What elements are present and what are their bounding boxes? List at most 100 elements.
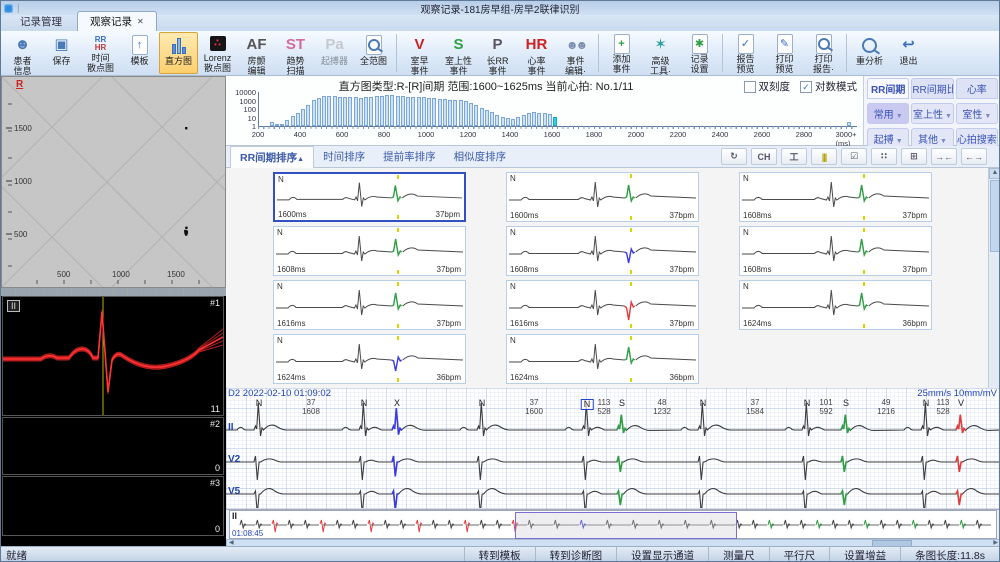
beat-annotation[interactable]: N: [361, 399, 368, 408]
status-button-5[interactable]: 设置增益: [829, 547, 900, 561]
markers-icon[interactable]: |||: [811, 148, 837, 165]
main-tab-0[interactable]: 记录管理: [7, 11, 75, 31]
histogram-bar[interactable]: [505, 118, 510, 126]
refresh-icon[interactable]: ↻: [721, 148, 747, 165]
histogram-bar[interactable]: [516, 117, 521, 126]
scroll-up-icon[interactable]: ▲: [989, 168, 999, 179]
histogram-bar[interactable]: [406, 96, 410, 126]
histogram-bar[interactable]: [542, 113, 547, 126]
toolbar-button-add-event[interactable]: + 添加 事件: [602, 32, 641, 74]
histogram-bar[interactable]: [348, 96, 353, 126]
histogram-bar[interactable]: [484, 110, 489, 126]
filter-button-2[interactable]: 室性 ▼: [955, 103, 998, 124]
histogram-bar[interactable]: [364, 97, 368, 126]
toolbar-button-exit[interactable]: ↩ 退出: [889, 32, 928, 74]
histogram-bar[interactable]: [416, 97, 421, 126]
histogram-bar[interactable]: [537, 112, 542, 126]
histogram-bar[interactable]: [448, 99, 452, 126]
confirm-icon[interactable]: ☑: [841, 148, 867, 165]
checkbox-icon[interactable]: ✓: [800, 80, 812, 93]
histogram-bar[interactable]: [469, 102, 473, 126]
histogram-bar[interactable]: [358, 97, 363, 126]
status-button-4[interactable]: 平行尺: [768, 547, 830, 561]
filter-button-1[interactable]: 室上性 ▼: [911, 103, 954, 124]
grid-labeled-icon[interactable]: ⊞: [901, 148, 927, 165]
histogram-bar[interactable]: [343, 97, 347, 126]
histogram-bar[interactable]: [322, 96, 326, 126]
sort-tab-0[interactable]: RR间期排序▲: [230, 145, 315, 168]
toolbar-button-event-edit[interactable]: ☻☻ 事件 编辑·: [556, 32, 595, 75]
main-tab-1[interactable]: 观察记录 ✕: [77, 11, 157, 31]
toolbar-button-settings[interactable]: ✱ 记录 设置: [680, 32, 719, 74]
toolbar-button-print-preview[interactable]: ✎ 打印 预览: [765, 32, 804, 74]
tab-close-icon[interactable]: ✕: [137, 17, 144, 26]
channel-icon[interactable]: CH: [751, 148, 777, 165]
beat-annotation[interactable]: N: [700, 399, 707, 408]
histogram-bar[interactable]: [442, 99, 447, 126]
beat-cell[interactable]: N 1616ms 37bpm: [273, 280, 466, 330]
status-button-0[interactable]: 转到模板: [463, 547, 535, 561]
histogram-bar[interactable]: [311, 99, 316, 126]
beat-cell[interactable]: N 1608ms 37bpm: [739, 226, 932, 276]
histogram-bar[interactable]: [395, 96, 400, 126]
toolbar-button-lorenz[interactable]: ∴ Lorenz 散点图: [198, 32, 237, 74]
status-button-2[interactable]: 设置显示通道: [616, 547, 708, 561]
beat-cell[interactable]: N 1624ms 36bpm: [739, 280, 932, 330]
histogram-bar-selected[interactable]: [553, 117, 557, 126]
histogram-bar[interactable]: [400, 96, 405, 126]
rhythm-overview[interactable]: II 01:08:45: [229, 510, 997, 539]
histogram-bar[interactable]: [526, 112, 531, 126]
histogram-bar[interactable]: [332, 96, 337, 126]
toolbar-button-patient[interactable]: ☻ 患者 信息: [3, 32, 42, 75]
lorenz-plot[interactable]: 1500 1000 500 500 1000 1500 R: [1, 1, 228, 413]
filter-button-0[interactable]: 常用 ▼: [867, 103, 910, 124]
collapse-icon[interactable]: →←: [931, 148, 957, 165]
toolbar-button-print-report[interactable]: 打印 报告·: [804, 32, 843, 74]
beat-annotation-selected[interactable]: N: [580, 399, 594, 410]
beat-cell[interactable]: N 1616ms 37bpm: [506, 280, 699, 330]
beat-cell[interactable]: N 1624ms 36bpm: [273, 334, 466, 384]
histogram-bar[interactable]: [474, 105, 479, 126]
toolbar-button-rrhr[interactable]: RR HR 时间 散点图: [81, 32, 120, 74]
toolbar-button-s-event[interactable]: S 室上性 事件: [439, 32, 478, 75]
filter-tab-0[interactable]: RR间期: [867, 78, 910, 99]
beat-cell[interactable]: N 1624ms 36bpm: [506, 334, 699, 384]
histogram-bar[interactable]: [547, 114, 552, 126]
filter-tab-1[interactable]: RR间期比: [911, 78, 954, 99]
histogram-bar[interactable]: [511, 118, 515, 126]
histogram-bar[interactable]: [353, 97, 358, 126]
histogram-bar[interactable]: [306, 104, 311, 126]
histogram-bar[interactable]: [432, 98, 437, 126]
beat-annotation[interactable]: N: [804, 399, 811, 408]
toolbar-button-reanalyze[interactable]: 重分析: [850, 32, 889, 74]
sort-tab-2[interactable]: 提前率排序: [374, 146, 445, 168]
histogram-bar[interactable]: [385, 95, 389, 126]
beat-cell[interactable]: N 1608ms 37bpm: [506, 226, 699, 276]
toolbar-button-v-event[interactable]: V 室早 事件: [400, 32, 439, 75]
histogram-bar[interactable]: [390, 95, 395, 126]
histogram-bar[interactable]: [295, 112, 300, 126]
beat-annotation[interactable]: V: [958, 399, 964, 408]
beat-annotation[interactable]: S: [843, 399, 849, 408]
histogram-bar[interactable]: [374, 96, 379, 126]
histogram-bar[interactable]: [532, 112, 536, 126]
histogram-bar[interactable]: [490, 112, 494, 126]
beat-grid-scrollbar[interactable]: ▲: [988, 168, 999, 388]
grid-small-icon[interactable]: ∷: [871, 148, 897, 165]
histogram-bar[interactable]: [437, 98, 442, 126]
beat-annotation[interactable]: N: [256, 399, 263, 408]
beat-annotation[interactable]: S: [619, 399, 625, 408]
histogram-bar[interactable]: [290, 116, 295, 126]
sort-tab-3[interactable]: 相似度排序: [445, 146, 516, 168]
histogram-plot[interactable]: [258, 92, 857, 127]
toolbar-button-hr-event[interactable]: HR 心率 事件: [517, 32, 556, 75]
histogram-bar[interactable]: [379, 95, 384, 126]
beat-cell[interactable]: N 1600ms 37bpm: [273, 172, 466, 222]
toolbar-button-template[interactable]: ↑ 模板: [120, 32, 159, 74]
template-panel-1[interactable]: II #1 11: [2, 296, 224, 416]
text-measure-icon[interactable]: 工: [781, 148, 807, 165]
histogram-bar[interactable]: [427, 97, 431, 126]
ecg-strip[interactable]: D2 2022-02-10 01:09:02 25mm/s 10mm/mV II…: [226, 388, 999, 510]
template-panel-3[interactable]: #3 0: [2, 476, 224, 536]
toolbar-button-report-preview[interactable]: ✓ 报告 预览: [726, 32, 765, 74]
